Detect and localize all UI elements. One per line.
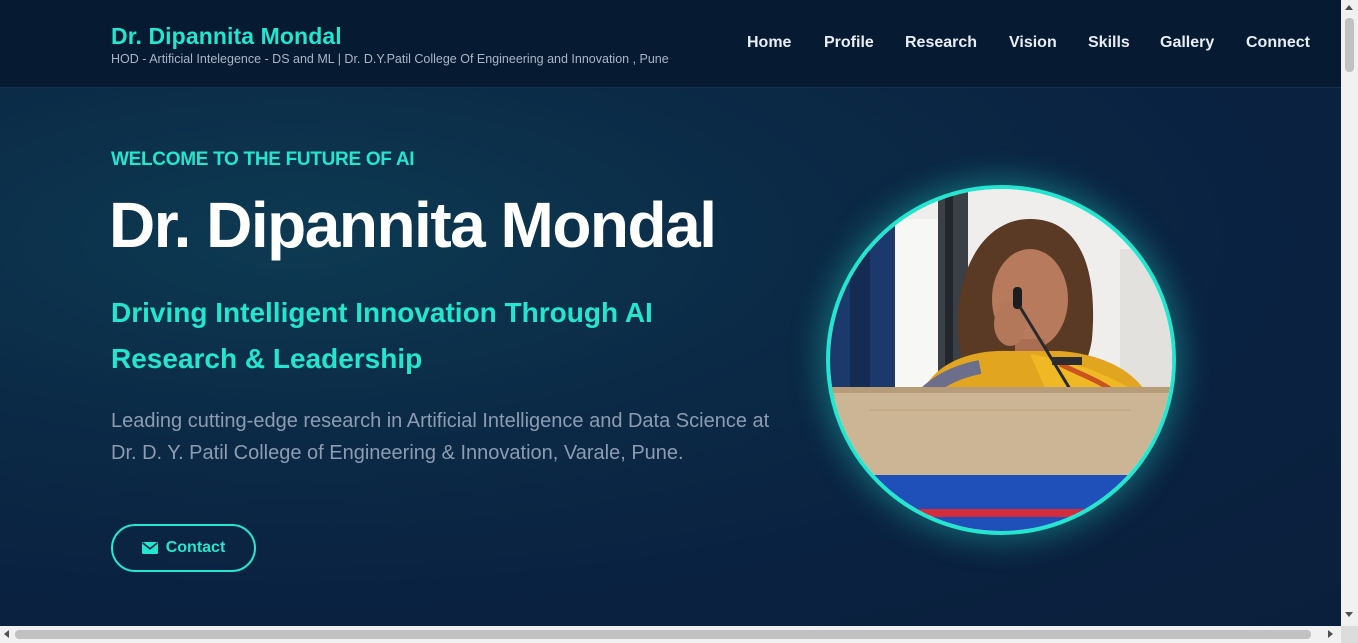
nav-skills[interactable]: Skills — [1088, 34, 1130, 52]
scroll-up-icon[interactable] — [1345, 5, 1353, 10]
profile-photo-illustration — [830, 189, 1172, 531]
scroll-right-icon[interactable] — [1328, 630, 1333, 638]
main-nav: Home Profile Research Vision Skills Gall… — [0, 34, 1341, 56]
horizontal-scroll-thumb[interactable] — [15, 630, 1311, 639]
nav-home[interactable]: Home — [747, 34, 791, 52]
scroll-left-icon[interactable] — [4, 630, 9, 638]
contact-button-label: Contact — [165, 539, 226, 556]
contact-button[interactable]: Contact — [111, 524, 256, 572]
nav-gallery[interactable]: Gallery — [1160, 34, 1214, 52]
hero-eyebrow: WELCOME TO THE FUTURE OF AI — [111, 149, 415, 170]
horizontal-scrollbar[interactable] — [0, 626, 1341, 643]
vertical-scrollbar[interactable] — [1341, 0, 1358, 626]
vertical-scroll-thumb[interactable] — [1345, 18, 1354, 72]
profile-photo — [826, 185, 1176, 535]
page: Dr. Dipannita Mondal HOD - Artificial In… — [0, 0, 1341, 626]
envelope-icon — [141, 542, 158, 554]
hero-description: Leading cutting-edge research in Artific… — [111, 410, 770, 464]
nav-profile[interactable]: Profile — [824, 34, 874, 52]
nav-research[interactable]: Research — [905, 34, 977, 52]
hero-subtitle: Driving Intelligent Innovation Through A… — [111, 297, 653, 374]
site-header: Dr. Dipannita Mondal HOD - Artificial In… — [0, 0, 1341, 88]
scroll-down-icon[interactable] — [1345, 612, 1353, 617]
nav-connect[interactable]: Connect — [1246, 34, 1310, 52]
nav-vision[interactable]: Vision — [1009, 34, 1057, 52]
hero-title: Dr. Dipannita Mondal — [109, 189, 717, 261]
scrollbar-corner — [1341, 626, 1358, 643]
